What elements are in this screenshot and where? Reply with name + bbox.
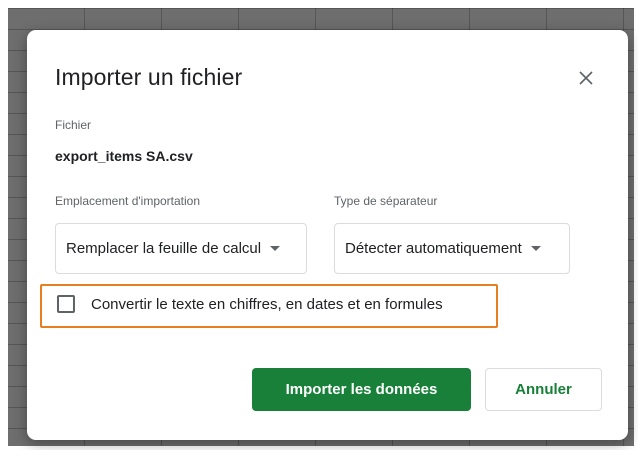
close-button[interactable] (572, 64, 600, 92)
separator-type-select[interactable]: Détecter automatiquement (334, 223, 570, 274)
convert-checkbox[interactable] (57, 295, 75, 313)
import-data-button[interactable]: Importer les données (252, 368, 471, 411)
separator-type-value: Détecter automatiquement (345, 240, 522, 257)
import-file-dialog: Importer un fichier Fichier export_items… (27, 30, 628, 440)
dialog-title: Importer un fichier (55, 64, 243, 90)
dropdown-arrow-icon (270, 245, 281, 252)
separator-type-label: Type de séparateur (334, 194, 438, 208)
page-edge-left (0, 0, 8, 450)
page-edge-right (634, 0, 638, 450)
page-edge-top (0, 0, 638, 8)
file-name: export_items SA.csv (55, 148, 193, 164)
page-edge-bottom (0, 446, 638, 450)
import-location-select[interactable]: Remplacer la feuille de calcul (55, 223, 307, 274)
cancel-button[interactable]: Annuler (485, 368, 602, 411)
import-location-label: Emplacement d'importation (55, 194, 201, 208)
close-icon (579, 71, 593, 85)
convert-checkbox-label: Convertir le texte en chiffres, en dates… (91, 295, 443, 313)
convert-option-row[interactable]: Convertir le texte en chiffres, en dates… (57, 295, 443, 313)
file-label: Fichier (55, 118, 92, 132)
import-location-value: Remplacer la feuille de calcul (66, 240, 262, 257)
dropdown-arrow-icon (530, 245, 541, 252)
